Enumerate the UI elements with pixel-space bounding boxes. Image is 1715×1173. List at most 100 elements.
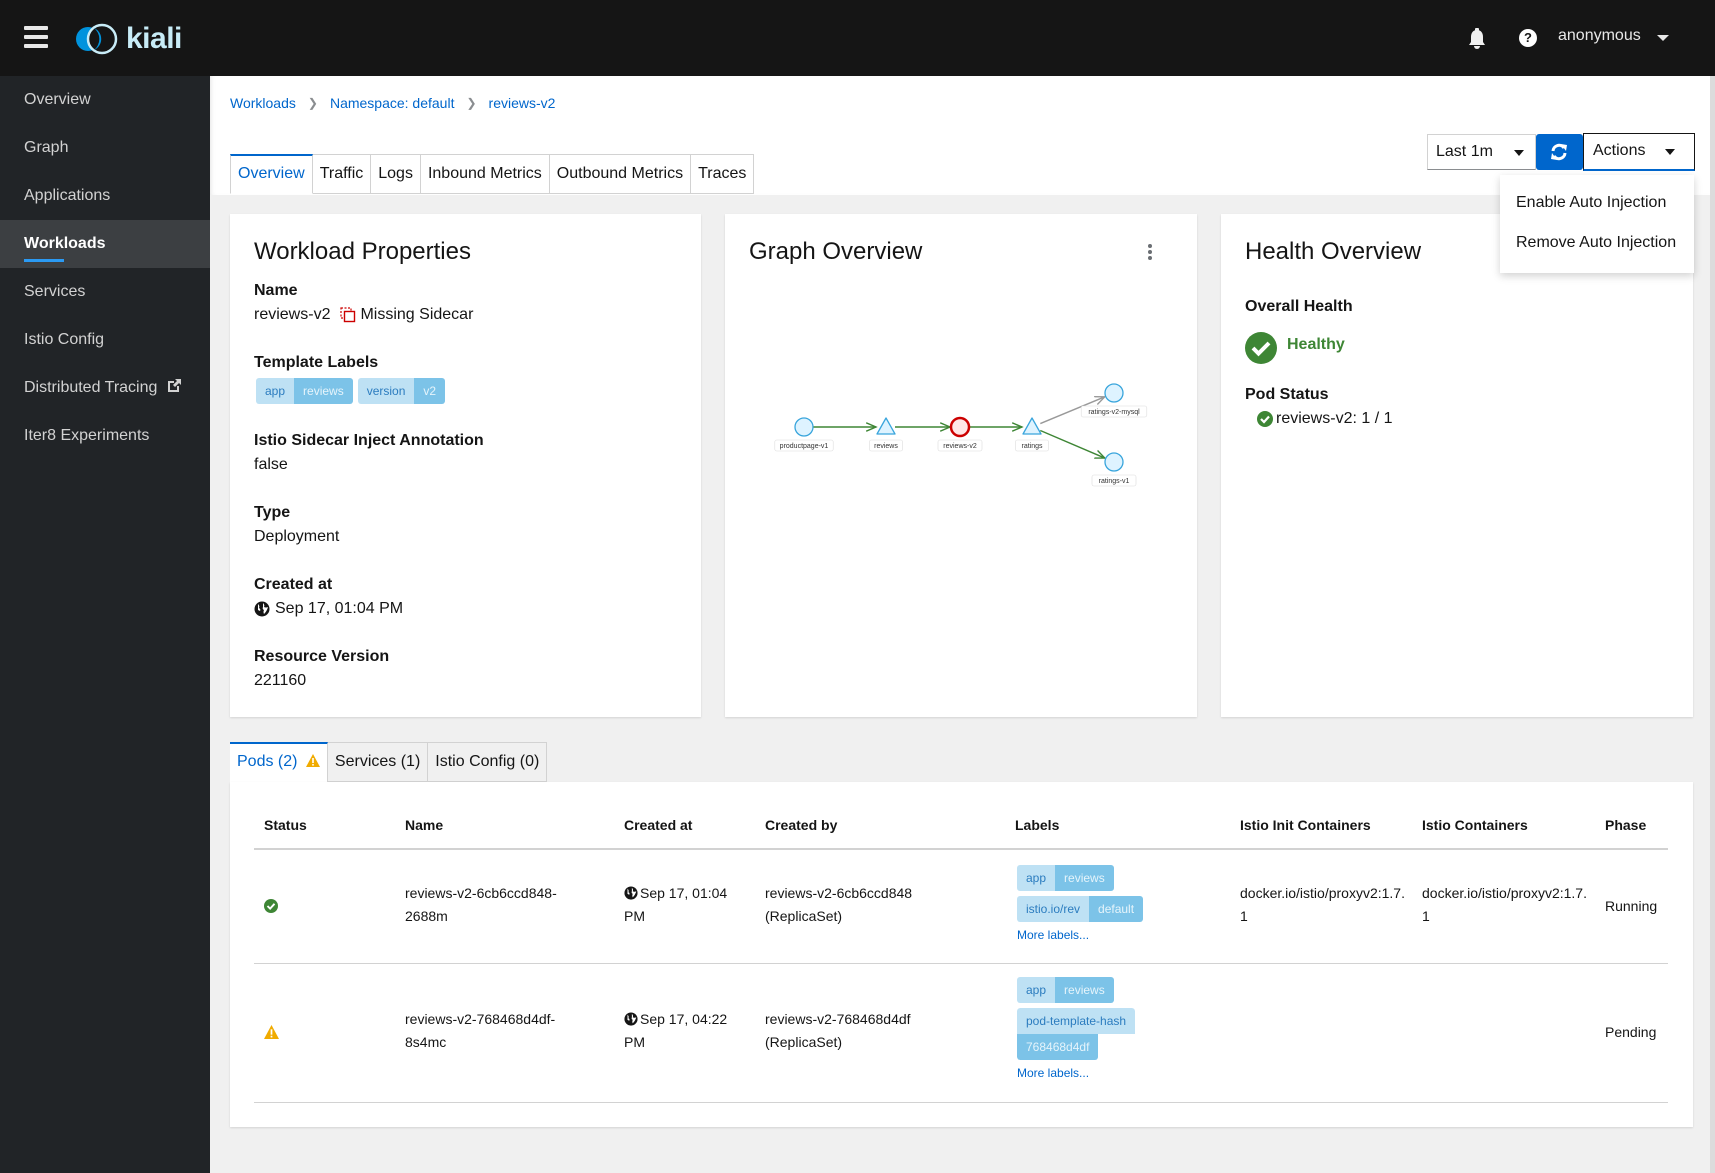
overall-health-value: Healthy bbox=[1287, 336, 1345, 353]
tab-outbound-metrics[interactable]: Outbound Metrics bbox=[549, 154, 692, 194]
menu-item-enable-auto-injection[interactable]: Enable Auto Injection bbox=[1500, 183, 1694, 223]
help-icon[interactable]: ? bbox=[1519, 29, 1537, 47]
created-by-line: reviews-v2-6cb6ccd848 bbox=[765, 885, 913, 901]
check-circle-icon bbox=[1257, 411, 1273, 427]
pod-name: reviews-v2-768468d4df- 8s4mc bbox=[405, 1008, 555, 1054]
card-title: Health Overview bbox=[1245, 238, 1422, 265]
label-key: app bbox=[1017, 865, 1056, 891]
pod-labels: app reviews istio.io/rev default More labe… bbox=[1017, 865, 1148, 942]
pod-name-line: reviews-v2-6cb6ccd848- bbox=[405, 885, 557, 901]
graph-node[interactable]: ratings-v1 bbox=[1091, 452, 1137, 487]
more-labels-link[interactable]: More labels... bbox=[1017, 1066, 1140, 1080]
graph-node[interactable]: reviews-v2 bbox=[937, 416, 983, 452]
caret-down-icon bbox=[1665, 149, 1675, 155]
graph-node[interactable]: productpage-v1 bbox=[774, 417, 834, 452]
label-key: app bbox=[256, 378, 295, 404]
user-menu[interactable]: anonymous bbox=[1558, 27, 1641, 45]
graph-node[interactable]: ratings-v2-mysql bbox=[1080, 383, 1148, 418]
tab-overview[interactable]: Overview bbox=[230, 154, 313, 194]
created-at-text: PM bbox=[624, 1034, 645, 1050]
graph-node-label: ratings bbox=[1021, 443, 1043, 450]
tab-inbound-metrics[interactable]: Inbound Metrics bbox=[420, 154, 550, 194]
kiali-logo[interactable]: kiali bbox=[72, 22, 182, 56]
sidebar-item-applications[interactable]: Applications bbox=[0, 172, 210, 220]
label-key: app bbox=[1017, 977, 1056, 1003]
header-divider bbox=[254, 848, 1668, 850]
pod-created-by: reviews-v2-6cb6ccd848 (ReplicaSet) bbox=[765, 882, 912, 928]
breadcrumb-workloads[interactable]: Workloads bbox=[230, 95, 296, 111]
column-header-phase: Phase bbox=[1605, 817, 1647, 833]
row-divider bbox=[254, 963, 1668, 964]
sidebar-item-label: Distributed Tracing bbox=[24, 379, 158, 396]
chevron-right-icon: ❯ bbox=[307, 96, 318, 110]
pod-name-line: 8s4mc bbox=[405, 1034, 447, 1050]
created-at-label: Created at bbox=[254, 576, 333, 593]
label-key: istio.io/rev bbox=[1017, 896, 1090, 922]
istio-containers: docker.io/istio/proxyv2:1.7. 1 bbox=[1422, 882, 1587, 928]
tab-pods[interactable]: Pods (2) bbox=[230, 742, 328, 782]
pod-name: reviews-v2-6cb6ccd848- 2688m bbox=[405, 882, 557, 928]
pod-created-by: reviews-v2-768468d4df (ReplicaSet) bbox=[765, 1008, 911, 1054]
sidebar-item-overview[interactable]: Overview bbox=[0, 76, 210, 124]
graph-node-label: reviews bbox=[874, 443, 898, 450]
sidebar-item-iter8-experiments[interactable]: Iter8 Experiments bbox=[0, 412, 210, 460]
graph-node[interactable]: reviews bbox=[869, 417, 903, 452]
label-chip: istio.io/rev default bbox=[1017, 896, 1144, 922]
created-by-line: (ReplicaSet) bbox=[765, 908, 843, 924]
tab-istio-config[interactable]: Istio Config (0) bbox=[428, 742, 548, 782]
column-header-istio-init-containers: Istio Init Containers bbox=[1240, 817, 1371, 833]
breadcrumb-namespace[interactable]: Namespace: default bbox=[330, 95, 455, 111]
tab-pods-label: Pods (2) bbox=[237, 753, 298, 770]
page-scrollbar[interactable] bbox=[1710, 76, 1715, 1173]
pod-phase: Running bbox=[1605, 898, 1658, 914]
column-header-status: Status bbox=[264, 817, 307, 833]
sidebar-item-label: Istio Config bbox=[24, 331, 105, 348]
sidebar-item-services[interactable]: Services bbox=[0, 268, 210, 316]
refresh-button[interactable] bbox=[1536, 134, 1583, 170]
name-label: Name bbox=[254, 282, 298, 299]
inject-annotation-label: Istio Sidecar Inject Annotation bbox=[254, 432, 484, 449]
created-at-text: Sep 17, 01:04 PM bbox=[275, 600, 404, 617]
sidebar-item-istio-config[interactable]: Istio Config bbox=[0, 316, 210, 364]
external-link-icon bbox=[167, 379, 181, 392]
created-at-value: Sep 17, 01:04 PM bbox=[254, 600, 403, 618]
graph-node-shape bbox=[949, 416, 971, 438]
bell-icon[interactable] bbox=[1467, 28, 1487, 50]
graph-node[interactable]: ratings bbox=[1015, 417, 1049, 452]
name-value: reviews-v2 Missing Sidecar bbox=[254, 306, 473, 324]
globe-icon bbox=[624, 886, 638, 900]
time-range-select[interactable]: Last 1m bbox=[1427, 134, 1536, 170]
istio-init-containers: docker.io/istio/proxyv2:1.7. 1 bbox=[1240, 882, 1405, 928]
caret-down-icon[interactable] bbox=[1657, 35, 1669, 41]
tab-traces[interactable]: Traces bbox=[691, 154, 755, 194]
template-labels-label: Template Labels bbox=[254, 354, 379, 371]
graph-node-shape bbox=[1104, 452, 1124, 472]
actions-dropdown[interactable]: Actions bbox=[1583, 133, 1695, 171]
actions-menu: Enable Auto Injection Remove Auto Inject… bbox=[1500, 175, 1694, 273]
resource-version-label: Resource Version bbox=[254, 648, 390, 665]
tab-services[interactable]: Services (1) bbox=[327, 742, 429, 782]
menu-item-remove-auto-injection[interactable]: Remove Auto Injection bbox=[1500, 223, 1694, 263]
tab-logs[interactable]: Logs bbox=[371, 154, 421, 194]
tab-traffic[interactable]: Traffic bbox=[312, 154, 372, 194]
sidebar-item-label: Iter8 Experiments bbox=[24, 427, 150, 444]
more-labels-link[interactable]: More labels... bbox=[1017, 928, 1148, 942]
detail-tabs: Overview Traffic Logs Inbound Metrics Ou… bbox=[230, 154, 755, 194]
label-value: 768468d4df bbox=[1017, 1034, 1099, 1060]
workload-resource-tabs: Pods (2) Services (1) Istio Config (0) bbox=[230, 742, 548, 782]
label-key: pod-template-hash bbox=[1017, 1008, 1136, 1034]
created-at-text: Sep 17, 04:22 bbox=[640, 1011, 728, 1027]
pod-name-line: 2688m bbox=[405, 908, 448, 924]
pod-created-at: Sep 17, 04:22 PM bbox=[624, 1008, 727, 1054]
pods-table: Status Name Created at Created by Labels… bbox=[230, 782, 1693, 1127]
breadcrumb-workload[interactable]: reviews-v2 bbox=[489, 95, 556, 111]
graph-edge[interactable] bbox=[1040, 429, 1105, 459]
sidebar-item-workloads[interactable]: Workloads bbox=[0, 220, 210, 268]
workload-name: reviews-v2 bbox=[254, 306, 331, 323]
hamburger-icon[interactable] bbox=[24, 26, 48, 48]
sidebar-item-distributed-tracing[interactable]: Distributed Tracing bbox=[0, 364, 210, 412]
sidebar-item-label: Overview bbox=[24, 91, 91, 108]
pod-status-value: reviews-v2: 1 / 1 bbox=[1257, 410, 1392, 428]
sidebar-item-graph[interactable]: Graph bbox=[0, 124, 210, 172]
service-graph[interactable]: productpage-v1 reviews reviews-v2 ratings ra… bbox=[725, 214, 1197, 717]
